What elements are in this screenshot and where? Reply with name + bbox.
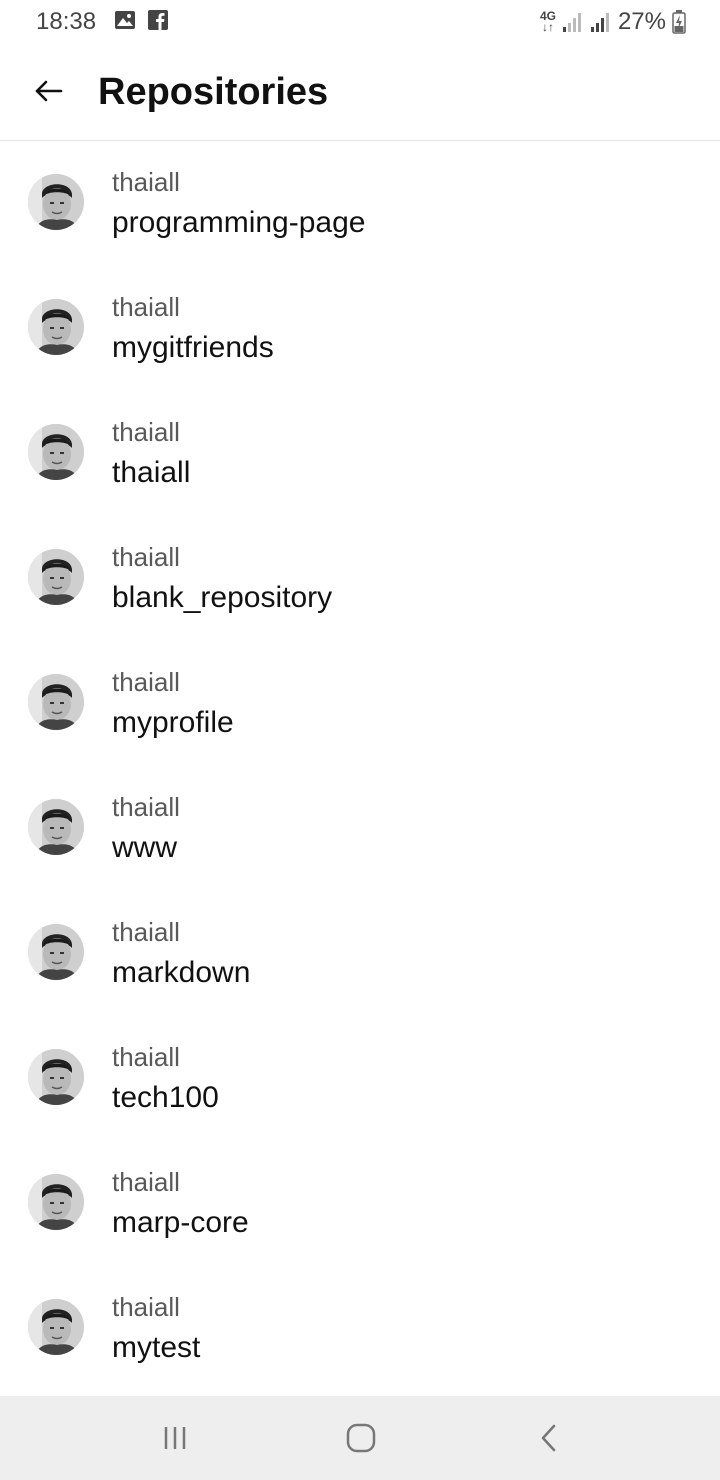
network-type-indicator: 4G ↓↑ <box>540 10 556 34</box>
battery-charging-icon <box>672 10 686 34</box>
back-icon <box>541 1424 556 1452</box>
recent-apps-icon <box>164 1427 186 1449</box>
arrow-left-icon <box>35 80 63 102</box>
recent-apps-button[interactable] <box>145 1414 205 1462</box>
battery-percent: 27% <box>617 8 666 35</box>
network-activity-arrows: ↓↑ <box>541 20 554 34</box>
avatar <box>28 174 84 230</box>
repository-name: mytest <box>112 1331 201 1364</box>
repository-owner: thaiall <box>112 292 180 322</box>
repository-name: myprofile <box>112 706 234 739</box>
user-avatar-icon <box>28 549 84 605</box>
user-avatar-icon <box>28 174 84 230</box>
app-bar: Repositories <box>0 44 720 141</box>
avatar <box>28 424 84 480</box>
home-button[interactable] <box>331 1414 391 1462</box>
repository-name: thaiall <box>112 456 191 489</box>
repository-list-item[interactable]: thaiall myprofile <box>0 641 720 766</box>
repository-name: www <box>112 831 177 864</box>
repository-owner: thaiall <box>112 667 180 697</box>
repository-owner: thaiall <box>112 167 180 197</box>
avatar <box>28 674 84 730</box>
repository-list-item[interactable]: thaiall tech100 <box>0 1016 720 1141</box>
system-back-button[interactable] <box>519 1414 579 1462</box>
repository-list-item[interactable]: thaiall mygitfriends <box>0 266 720 391</box>
user-avatar-icon <box>28 1049 84 1105</box>
signal-strength-icon-1 <box>562 13 581 32</box>
page-title: Repositories <box>98 71 329 113</box>
user-avatar-icon <box>28 674 84 730</box>
system-navigation-bar <box>0 1396 720 1480</box>
status-time: 18:38 <box>36 8 97 35</box>
repository-name: programming-page <box>112 206 366 239</box>
signal-strength-icon-2 <box>590 13 609 32</box>
repository-name: tech100 <box>112 1081 219 1114</box>
user-avatar-icon <box>28 1174 84 1230</box>
user-avatar-icon <box>28 299 84 355</box>
repository-list-item[interactable]: thaiall www <box>0 766 720 891</box>
back-button[interactable] <box>24 66 74 116</box>
repository-list-item[interactable]: thaiall marp-core <box>0 1141 720 1266</box>
repository-list-item[interactable]: thaiall mytest <box>0 1266 720 1391</box>
user-avatar-icon <box>28 1299 84 1355</box>
avatar <box>28 549 84 605</box>
repository-name: blank_repository <box>112 581 333 614</box>
repository-owner: thaiall <box>112 1292 180 1322</box>
user-avatar-icon <box>28 799 84 855</box>
repository-list-item[interactable]: thaiall thaiall <box>0 391 720 516</box>
avatar <box>28 1174 84 1230</box>
gallery-icon <box>115 11 135 29</box>
avatar <box>28 1049 84 1105</box>
repository-name: mygitfriends <box>112 331 274 364</box>
repository-list: thaiall programming-page thaiall mygitfrien… <box>0 141 720 1396</box>
user-avatar-icon <box>28 924 84 980</box>
home-icon <box>346 1423 376 1453</box>
avatar <box>28 1299 84 1355</box>
repository-owner: thaiall <box>112 542 180 572</box>
user-avatar-icon <box>28 424 84 480</box>
avatar <box>28 924 84 980</box>
repository-owner: thaiall <box>112 917 180 947</box>
repository-name: marp-core <box>112 1206 249 1239</box>
repository-owner: thaiall <box>112 792 180 822</box>
repository-owner: thaiall <box>112 417 180 447</box>
avatar <box>28 299 84 355</box>
facebook-icon <box>148 10 168 30</box>
repository-owner: thaiall <box>112 1042 180 1072</box>
repository-list-item[interactable]: thaiall blank_repository <box>0 516 720 641</box>
repository-list-item[interactable]: thaiall markdown <box>0 891 720 1016</box>
avatar <box>28 799 84 855</box>
repository-owner: thaiall <box>112 1167 180 1197</box>
repository-name: markdown <box>112 956 251 989</box>
status-right-group: 4G ↓↑ 27% <box>540 6 686 38</box>
status-notification-icons <box>114 10 168 30</box>
status-bar: 18:38 4G ↓↑ 27% <box>0 0 720 44</box>
repository-list-item[interactable]: thaiall programming-page <box>0 141 720 266</box>
